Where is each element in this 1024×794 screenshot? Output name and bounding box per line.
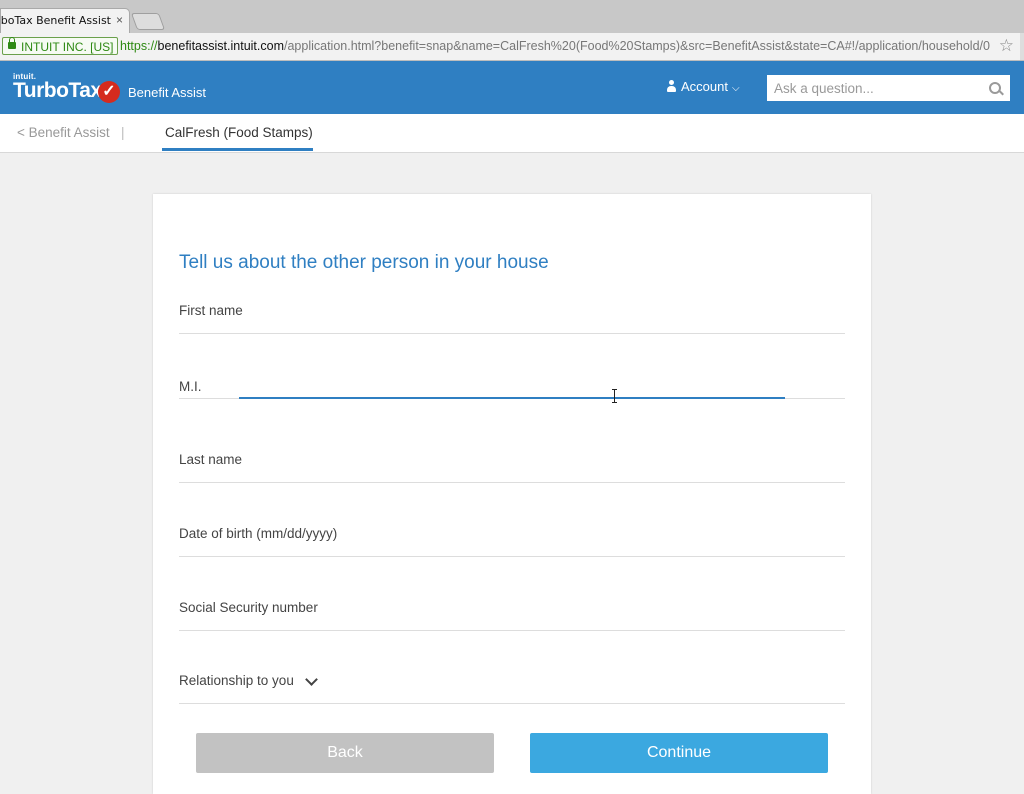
turbotax-logo-text[interactable]: TurboTax	[13, 79, 102, 103]
first-name-field[interactable]: First name	[179, 294, 845, 334]
search-input[interactable]	[767, 75, 1010, 101]
chevron-down-icon	[305, 673, 318, 686]
product-name: Benefit Assist	[128, 85, 207, 100]
search-icon[interactable]	[989, 82, 1001, 94]
bookmark-star-icon[interactable]: ☆	[999, 36, 1014, 56]
chevron-down-icon: ⌵	[731, 83, 740, 94]
browser-tab-bar: rboTax Benefit Assist ×	[0, 0, 1024, 33]
nav-separator: |	[121, 125, 125, 140]
address-bar[interactable]: INTUIT INC. [US] https://benefitassist.i…	[0, 33, 1024, 61]
account-label: Account	[681, 79, 728, 94]
last-name-field[interactable]: Last name	[179, 443, 845, 483]
field-underline	[179, 703, 845, 704]
url-host: benefitassist.intuit.com	[157, 39, 284, 53]
account-menu[interactable]: Account ⌵	[666, 79, 740, 94]
secure-badge[interactable]: INTUIT INC. [US]	[2, 37, 119, 55]
browser-tab[interactable]: rboTax Benefit Assist ×	[0, 8, 130, 33]
back-button[interactable]: Back	[196, 733, 494, 773]
window-edge	[1020, 33, 1024, 60]
text-cursor-icon	[612, 389, 618, 403]
middle-initial-input[interactable]	[239, 359, 789, 399]
browser-tab-title: rboTax Benefit Assist	[1, 14, 111, 27]
close-tab-icon[interactable]: ×	[116, 13, 123, 27]
relationship-select[interactable]: Relationship to you	[179, 664, 845, 704]
field-underline	[179, 630, 845, 631]
secure-label: INTUIT INC. [US]	[21, 40, 114, 54]
lock-icon	[8, 37, 16, 49]
field-underline	[179, 556, 845, 557]
person-icon	[666, 80, 677, 92]
date-of-birth-input[interactable]	[239, 517, 789, 557]
field-underline	[179, 482, 845, 483]
sub-navigation: < Benefit Assist | CalFresh (Food Stamps…	[0, 114, 1024, 153]
new-tab-button[interactable]	[130, 13, 166, 30]
last-name-label: Last name	[179, 452, 243, 467]
active-tab-indicator	[162, 148, 313, 151]
middle-initial-field[interactable]: M.I.	[179, 359, 845, 399]
field-underline	[179, 333, 845, 334]
turbotax-check-icon: ✓	[98, 81, 120, 103]
back-to-benefit-assist-link[interactable]: < Benefit Assist	[17, 125, 110, 140]
ssn-input[interactable]	[239, 591, 789, 631]
first-name-label: First name	[179, 303, 243, 318]
relationship-label: Relationship to you	[179, 673, 294, 688]
form-card: Tell us about the other person in your h…	[153, 194, 871, 794]
focus-underline	[239, 397, 785, 399]
first-name-input[interactable]	[239, 294, 789, 334]
continue-button[interactable]: Continue	[530, 733, 828, 773]
date-of-birth-field[interactable]: Date of birth (mm/dd/yyyy)	[179, 517, 845, 557]
last-name-input[interactable]	[239, 443, 789, 483]
url-scheme: https://	[120, 39, 158, 53]
ssn-field[interactable]: Social Security number	[179, 591, 845, 631]
middle-initial-label: M.I.	[179, 379, 202, 394]
url-path: /application.html?benefit=snap&name=CalF…	[283, 39, 990, 53]
page-title: Tell us about the other person in your h…	[179, 251, 549, 273]
app-header: intuit. TurboTax ✓ Benefit Assist Accoun…	[0, 61, 1024, 114]
url-text[interactable]: https://benefitassist.intuit.com/applica…	[120, 39, 990, 53]
tab-calfresh[interactable]: CalFresh (Food Stamps)	[165, 125, 313, 140]
